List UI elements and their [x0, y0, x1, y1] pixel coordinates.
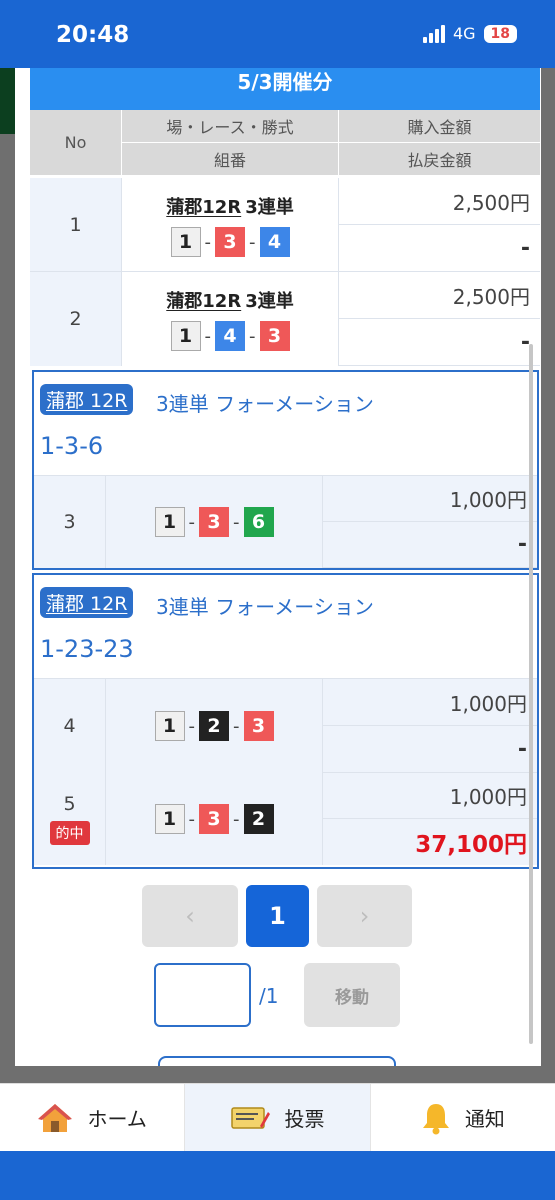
boat-number: 1 — [154, 804, 185, 834]
row-no-cell: 5 的中 — [34, 773, 106, 865]
bet-cell: 1 - 2 - 3 — [106, 679, 323, 773]
row-no: 5 — [63, 793, 76, 815]
formation-header: 蒲郡 12R 3連単 フォーメーション 1-23-23 — [34, 575, 537, 679]
race-venue: 蒲郡12R — [166, 291, 242, 312]
bet-cell: 蒲郡12R 3連単 1 - 4 - 3 — [122, 272, 339, 366]
row-no: 1 — [30, 178, 122, 272]
nav-notify-label: 通知 — [464, 1107, 505, 1131]
bet-history-dialog: 5/3開催分 No 場・レース・勝式 組番 購入金額 払戻金額 1 蒲郡12R 3… — [15, 68, 541, 1066]
combo: 1 - 2 - 3 — [154, 711, 274, 741]
payout-amount: - — [339, 225, 540, 272]
bottom-nav: ホーム 投票 通知 — [0, 1083, 555, 1151]
scrollbar[interactable] — [529, 344, 533, 1044]
race-title: 蒲郡12R 3連単 — [166, 287, 293, 313]
boat-number: 1 — [170, 227, 201, 257]
bet-type: 3連単 — [245, 291, 294, 312]
network-label: 4G — [452, 24, 476, 43]
purchase-amount: 1,000円 — [323, 476, 537, 522]
nav-vote-label: 投票 — [284, 1107, 325, 1131]
race-venue: 蒲郡12R — [166, 197, 242, 218]
header-payout: 払戻金額 — [339, 143, 540, 176]
combo: 1 - 3 - 4 — [170, 227, 290, 257]
boat-number: 1 — [154, 711, 185, 741]
payout-amount: - — [323, 522, 537, 568]
table-row[interactable]: 5 的中 1 - 3 - 2 1,000円 37,100円 — [34, 773, 537, 865]
bet-cell: 蒲郡12R 3連単 1 - 3 - 4 — [122, 178, 339, 272]
combo: 1 - 3 - 2 — [154, 804, 274, 834]
payout-amount: - — [323, 726, 537, 773]
page-number-input[interactable] — [154, 963, 251, 1027]
combo: 1 - 3 - 6 — [154, 507, 274, 537]
row-no: 2 — [30, 272, 122, 366]
bet-cell: 1 - 3 - 2 — [106, 773, 323, 865]
formation-block[interactable]: 蒲郡 12R 3連単 フォーメーション 1-3-6 3 1 - 3 - 6 1,… — [32, 370, 539, 570]
page-total: /1 — [259, 984, 279, 1008]
nav-vote[interactable]: 投票 — [185, 1084, 371, 1151]
table-row[interactable]: 2 蒲郡12R 3連単 1 - 4 - 3 2,500円 - — [30, 272, 540, 366]
race-title: 蒲郡12R 3連単 — [166, 193, 293, 219]
signal-icon — [422, 24, 445, 43]
bet-cell: 1 - 3 - 6 — [106, 476, 323, 568]
home-icon — [38, 1103, 73, 1132]
table-row[interactable]: 4 1 - 2 - 3 1,000円 - — [34, 679, 537, 773]
boat-number: 6 — [243, 507, 274, 537]
nav-home-label: ホーム — [87, 1107, 147, 1131]
payout-amount: 37,100円 — [323, 819, 537, 865]
boat-number: 3 — [259, 321, 290, 351]
combo: 1 - 4 - 3 — [170, 321, 290, 351]
date-title: 5/3開催分 — [237, 70, 333, 94]
venue-tag[interactable]: 蒲郡 12R — [40, 384, 134, 415]
boat-number: 4 — [215, 321, 245, 351]
table-row[interactable]: 3 1 - 3 - 6 1,000円 - — [34, 476, 537, 568]
status-indicators: 4G 18 — [422, 24, 517, 43]
purchase-amount: 1,000円 — [323, 679, 537, 726]
prev-page-button[interactable]: ‹ — [142, 885, 238, 947]
purchase-amount: 2,500円 — [339, 272, 540, 319]
boat-number: 3 — [199, 507, 229, 537]
next-page-button[interactable]: › — [317, 885, 412, 947]
bet-type: 3連単 — [245, 197, 294, 218]
date-header: 5/3開催分 — [30, 68, 540, 110]
row-no: 3 — [34, 476, 106, 568]
status-time: 20:48 — [56, 22, 130, 48]
move-button[interactable]: 移動 — [304, 963, 400, 1027]
hit-badge: 的中 — [49, 821, 90, 845]
nav-home[interactable]: ホーム — [0, 1084, 186, 1151]
header-no: No — [30, 110, 122, 176]
venue-tag[interactable]: 蒲郡 12R — [40, 587, 134, 618]
table-header: No 場・レース・勝式 組番 購入金額 払戻金額 — [30, 110, 540, 176]
battery-icon: 18 — [483, 24, 517, 43]
formation-block[interactable]: 蒲郡 12R 3連単 フォーメーション 1-23-23 4 1 - 2 - 3 … — [32, 573, 539, 869]
boat-number: 3 — [199, 804, 229, 834]
boat-number: 3 — [215, 227, 245, 257]
close-button-partial[interactable] — [158, 1056, 396, 1066]
boat-number: 2 — [199, 711, 229, 741]
nav-notify[interactable]: 通知 — [371, 1084, 555, 1151]
boat-number: 1 — [154, 507, 185, 537]
boat-number: 3 — [243, 711, 274, 741]
row-no: 4 — [34, 679, 106, 773]
header-purchase: 購入金額 — [339, 110, 540, 143]
formation-combo: 1-23-23 — [40, 635, 134, 663]
boat-number: 4 — [259, 227, 290, 257]
formation-combo: 1-3-6 — [40, 432, 104, 460]
bottom-bar — [0, 1151, 555, 1200]
purchase-amount: 2,500円 — [339, 178, 540, 225]
page-1-button[interactable]: 1 — [246, 885, 309, 947]
status-bar: 20:48 4G 18 — [0, 0, 555, 68]
boat-number: 1 — [170, 321, 201, 351]
header-combination: 組番 — [122, 143, 339, 176]
formation-header: 蒲郡 12R 3連単 フォーメーション 1-3-6 — [34, 372, 537, 476]
header-race-type: 場・レース・勝式 — [122, 110, 339, 143]
bell-icon — [422, 1103, 449, 1134]
ticket-icon — [231, 1106, 271, 1129]
payout-amount: - — [339, 319, 540, 366]
formation-label: 3連単 フォーメーション — [156, 595, 374, 619]
boat-number: 2 — [243, 804, 274, 834]
formation-label: 3連単 フォーメーション — [156, 392, 374, 416]
table-row[interactable]: 1 蒲郡12R 3連単 1 - 3 - 4 2,500円 - — [30, 178, 540, 272]
purchase-amount: 1,000円 — [323, 773, 537, 819]
